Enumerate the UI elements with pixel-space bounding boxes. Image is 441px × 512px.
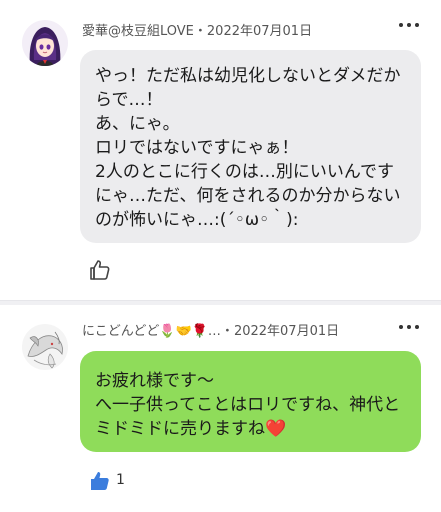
user-avatar[interactable] (22, 20, 68, 66)
thumbs-up-icon[interactable] (88, 258, 112, 282)
user-avatar[interactable] (22, 324, 68, 370)
post-meta: 愛華@枝豆組LOVE・2022年07月01日 (82, 20, 312, 39)
username[interactable]: 愛華@枝豆組LOVE (82, 24, 194, 39)
post-date: 2022年07月01日 (206, 24, 313, 39)
comment-post: にこどんどど🌷🤝🌹…・2022年07月01日 お疲れ様です〜 へ一子供ってことは… (0, 304, 441, 512)
post-meta: にこどんどど🌷🤝🌹…・2022年07月01日 (82, 320, 339, 339)
comment-post: 愛華@枝豆組LOVE・2022年07月01日 やっ！ただ私は幼児化しないとダメだ… (0, 0, 441, 300)
meta-separator: ・ (193, 24, 207, 39)
meta-separator: ・ (220, 324, 234, 339)
anime-girl-avatar-icon (22, 20, 68, 66)
heart-emoji: ❤️ (265, 419, 287, 439)
message-bubble: お疲れ様です〜 へ一子供ってことはロリですね、神代とミドミドに売りますね❤️ (80, 351, 421, 452)
more-options-icon[interactable] (399, 322, 419, 332)
message-text: お疲れ様です〜 へ一子供ってことはロリですね、神代とミドミドに売りますね (95, 371, 401, 439)
thumbs-up-icon[interactable] (88, 469, 112, 493)
message-bubble: やっ！ただ私は幼児化しないとダメだからで…！ あ、にゃ。 ロリではないですにゃぁ… (80, 50, 421, 243)
white-dragon-avatar-icon (22, 324, 68, 370)
username[interactable]: にこどんどど (82, 324, 159, 339)
like-count: 1 (116, 472, 125, 488)
more-options-icon[interactable] (399, 20, 419, 30)
post-date: 2022年07月01日 (233, 324, 340, 339)
username-emoji: 🌷🤝🌹… (159, 324, 221, 339)
